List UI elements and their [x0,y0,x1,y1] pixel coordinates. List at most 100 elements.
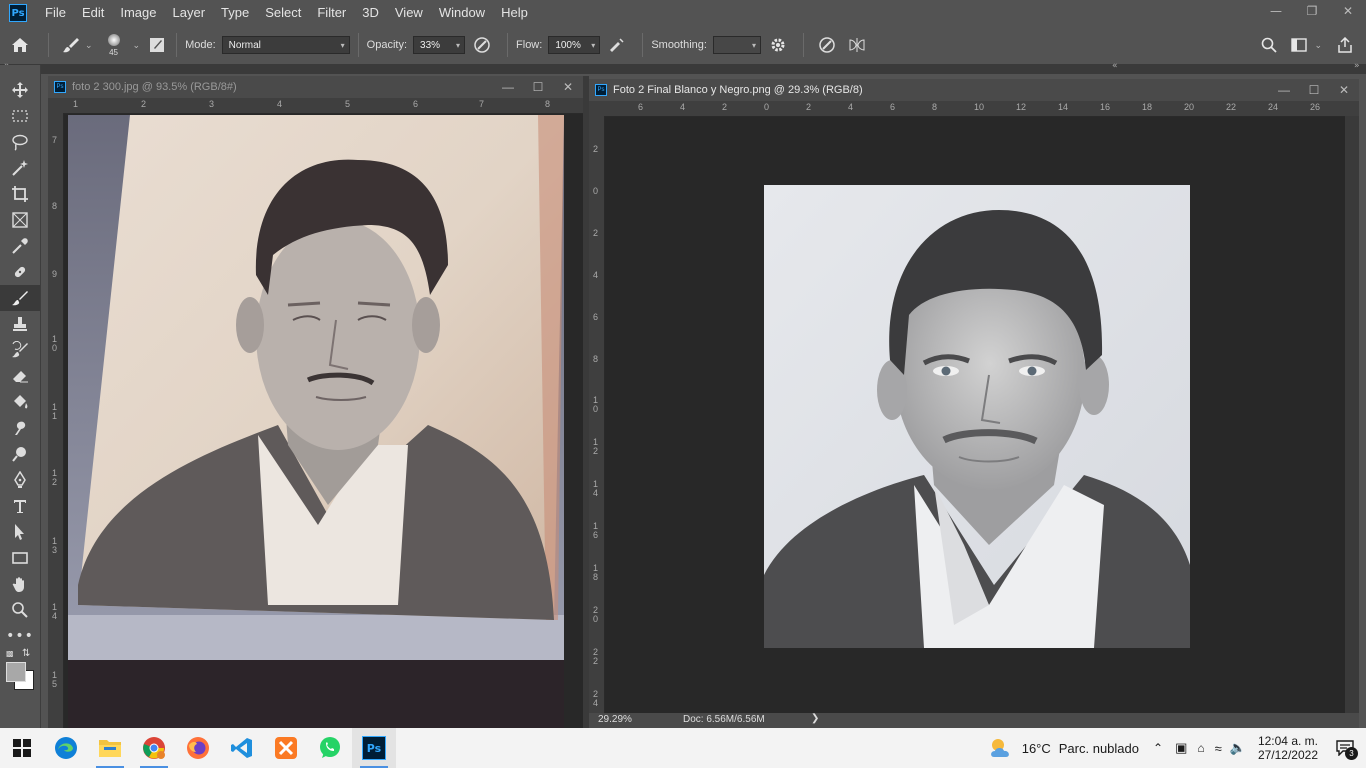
document-tab-final[interactable]: Ps Foto 2 Final Blanco y Negro.png @ 29.… [589,79,1359,101]
minimize-document-button[interactable]: — [1269,79,1299,101]
maximize-document-button[interactable]: ☐ [1299,79,1329,101]
type-tool[interactable] [0,493,40,519]
menu-type[interactable]: Type [213,0,257,26]
rectangle-tool[interactable] [0,545,40,571]
taskbar-chrome[interactable] [132,728,176,768]
workspace-icon[interactable] [1284,38,1314,52]
path-select-icon [15,524,24,540]
stamp-tool[interactable] [0,311,40,337]
taskbar-firefox[interactable] [176,728,220,768]
marquee-tool[interactable] [0,103,40,129]
weather-desc: Parc. nublado [1058,740,1139,756]
chevron-down-icon[interactable]: ⌄ [133,40,141,51]
start-button[interactable] [0,728,44,768]
path-select-tool[interactable] [0,519,40,545]
zoom-level[interactable]: 29.29% [598,714,632,725]
pen-tool[interactable] [0,467,40,493]
weather-widget[interactable]: 16°C Parc. nublado [988,728,1139,768]
status-menu-arrow-icon[interactable]: ❯ [811,713,819,724]
meet-now-icon[interactable]: ▣ [1175,740,1187,756]
swap-colors-icon[interactable]: ⇅ [22,648,30,659]
minimize-document-button[interactable]: — [493,76,523,98]
flow-input[interactable]: 100% ▾ [548,36,601,54]
share-icon[interactable] [1330,37,1360,53]
volume-icon[interactable]: 🔈 [1230,740,1246,756]
magic-wand-tool[interactable] [0,155,40,181]
crop-tool[interactable] [0,181,40,207]
type-icon [14,500,26,513]
ruler-label: 1 4 [593,479,599,498]
pressure-size-icon[interactable] [812,36,842,54]
dodge-tool[interactable] [0,441,40,467]
zoom-tool[interactable] [0,597,40,623]
chevron-down-icon[interactable]: ⌄ [1314,40,1322,51]
brush-settings-icon[interactable] [146,37,168,53]
pressure-opacity-icon[interactable] [465,36,499,54]
menu-edit[interactable]: Edit [74,0,112,26]
taskbar-whatsapp[interactable] [308,728,352,768]
close-document-button[interactable]: ✕ [1329,79,1359,101]
default-colors-icon[interactable]: ▩ [6,649,14,658]
hand-icon [12,577,24,592]
more-tools[interactable]: ••• [0,623,40,649]
brush-preset-icon[interactable] [57,36,85,54]
close-button[interactable]: ✕ [1330,0,1366,22]
vertical-scrollbar[interactable] [1345,116,1359,713]
menu-help[interactable]: Help [493,0,536,26]
hand-tool[interactable] [0,571,40,597]
ruler-label: 7 [52,135,58,145]
notifications-button[interactable]: 3 [1330,728,1360,768]
smudge-tool[interactable] [0,415,40,441]
gear-icon[interactable] [761,37,795,53]
taskbar-edge[interactable] [44,728,88,768]
eyedropper-tool[interactable] [0,233,40,259]
menu-image[interactable]: Image [112,0,164,26]
brush-size-picker[interactable]: 45 [101,28,127,62]
menu-window[interactable]: Window [431,0,493,26]
collapse-panels-icon[interactable]: » [1354,61,1360,71]
restore-button[interactable]: ❐ [1294,0,1330,22]
move-tool[interactable] [0,77,40,103]
smoothing-input[interactable]: ▾ [712,36,761,54]
menu-3d[interactable]: 3D [354,0,387,26]
wifi-icon[interactable]: ≈ [1215,741,1222,756]
taskbar-photoshop[interactable]: Ps [352,728,396,768]
brush-tool[interactable] [0,285,40,311]
expand-panels-icon[interactable]: « [1112,61,1118,71]
symmetry-icon[interactable] [842,36,872,54]
menu-select[interactable]: Select [257,0,309,26]
menu-layer[interactable]: Layer [165,0,214,26]
search-icon[interactable] [1254,37,1284,53]
maximize-document-button[interactable]: ☐ [523,76,553,98]
frame-icon [12,212,28,228]
minimize-button[interactable]: — [1258,0,1294,22]
home-icon[interactable] [0,26,40,64]
opacity-input[interactable]: 33% ▾ [413,36,466,54]
canvas-final[interactable] [605,117,1345,713]
healing-tool[interactable] [0,259,40,285]
ruler-label: 1 0 [593,395,599,414]
close-document-button[interactable]: ✕ [553,76,583,98]
show-hidden-icons-icon[interactable]: ⌃ [1153,741,1163,755]
taskbar-xampp[interactable] [264,728,308,768]
clock[interactable]: 12:04 a. m. 27/12/2022 [1258,734,1318,762]
menu-file[interactable]: File [37,0,74,26]
menu-filter[interactable]: Filter [309,0,354,26]
eraser-tool[interactable] [0,363,40,389]
menu-view[interactable]: View [387,0,431,26]
mode-dropdown[interactable]: Normal ▾ [221,36,350,54]
history-brush-tool[interactable] [0,337,40,363]
input-language-icon[interactable]: ⌂ [1197,741,1204,755]
taskbar-vscode[interactable] [220,728,264,768]
canvas-original[interactable] [68,115,564,728]
chevron-down-icon[interactable]: ⌄ [85,40,93,51]
ruler-label: 1 1 [52,402,58,421]
taskbar-file-explorer[interactable] [88,728,132,768]
airbrush-icon[interactable] [600,36,634,54]
lasso-tool[interactable] [0,129,40,155]
panel-divider[interactable] [583,76,589,728]
document-tab-original[interactable]: Ps foto 2 300.jpg @ 93.5% (RGB/8#) — ☐ ✕ [48,76,583,98]
frame-tool[interactable] [0,207,40,233]
foreground-color-swatch[interactable] [6,662,26,682]
paint-bucket-tool[interactable] [0,389,40,415]
